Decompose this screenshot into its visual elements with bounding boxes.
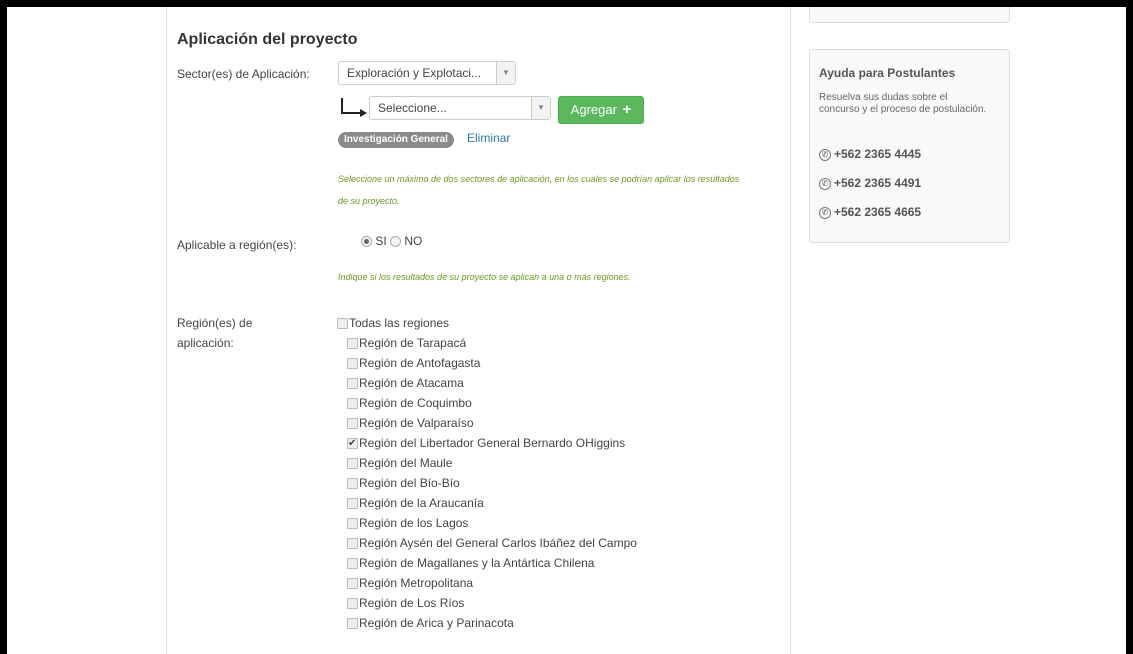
phone-number: +562 2365 4665 — [834, 205, 922, 219]
content-divider-right — [790, 7, 791, 654]
region-applicable-label: Aplicable a región(es): — [177, 238, 297, 252]
radio-no[interactable] — [390, 236, 402, 248]
region-checkbox-row[interactable]: Región de Atacama — [347, 373, 464, 393]
checkbox-label: Todas las regiones — [349, 316, 450, 330]
region-label: Región de Los Ríos — [359, 596, 465, 610]
region-checkbox-row[interactable]: Región de Magallanes y la Antártica Chil… — [347, 553, 594, 573]
checkbox[interactable] — [347, 518, 358, 530]
region-label: Región de Antofagasta — [359, 356, 481, 370]
help-phone-3[interactable]: ✆ +562 2365 4665 — [819, 205, 921, 219]
region-checkbox-row[interactable]: Región de Coquimbo — [347, 393, 472, 413]
phone-icon: ✆ — [819, 177, 831, 190]
region-label: Región de Valparaíso — [359, 416, 474, 430]
region-label: Región de los Lagos — [359, 516, 469, 530]
sector-select-value: Exploración y Explotaci... — [347, 66, 482, 80]
radio-no-label: NO — [404, 234, 423, 248]
radio-si[interactable] — [361, 236, 372, 248]
checkbox[interactable] — [347, 598, 358, 610]
region-label: Región Metropolitana — [359, 576, 474, 590]
remove-sector-link[interactable]: Eliminar — [467, 131, 510, 145]
region-label: Región de la Araucanía — [359, 496, 484, 510]
chevron-down-icon: ▼ — [531, 97, 550, 119]
region-label: Región de Atacama — [359, 376, 464, 390]
checkbox[interactable] — [347, 338, 358, 350]
sub-arrow-icon — [341, 98, 367, 117]
region-label: Región del Maule — [359, 456, 453, 470]
region-checkbox-row[interactable]: Región del Maule — [347, 453, 452, 473]
region-checkbox-row[interactable]: Región de Antofagasta — [347, 353, 480, 373]
window-frame-top — [0, 0, 1133, 7]
regions-label-line2: aplicación: — [177, 336, 234, 350]
help-card: Ayuda para Postulantes Resuelva sus duda… — [809, 49, 1010, 243]
checkbox[interactable] — [347, 458, 358, 470]
help-phone-1[interactable]: ✆ +562 2365 4445 — [819, 147, 921, 161]
checkbox[interactable] — [347, 558, 358, 570]
phone-icon: ✆ — [819, 148, 831, 161]
region-label: Región del Bío-Bío — [359, 476, 460, 490]
checkbox[interactable] — [347, 378, 358, 390]
region-checkbox-row[interactable]: Región del Libertador General Bernardo O… — [347, 433, 626, 454]
checkbox[interactable] — [347, 578, 358, 590]
region-applicable-radios: SI NO — [361, 234, 422, 248]
sector-tag: Investigación General — [338, 132, 454, 148]
region-label: Región de Coquimbo — [359, 396, 472, 410]
checkbox[interactable] — [347, 418, 358, 430]
checkbox-checked[interactable] — [347, 434, 358, 454]
sector-hint-line2: de su proyecto. — [338, 196, 400, 206]
region-checkbox-row[interactable]: Región Metropolitana — [347, 573, 473, 593]
add-button-label: Agregar — [570, 102, 617, 117]
checkbox-all-regions[interactable]: Todas las regiones — [337, 313, 449, 333]
chevron-down-icon: ▼ — [496, 62, 515, 84]
region-applicable-hint: Indique si los resultados de su proyecto… — [338, 272, 631, 282]
checkbox[interactable] — [347, 478, 358, 490]
checkbox[interactable] — [347, 618, 358, 630]
sidebar-card-top — [809, 7, 1010, 23]
add-sector-button[interactable]: Agregar + — [558, 96, 644, 124]
phone-number: +562 2365 4445 — [834, 147, 922, 161]
region-checkbox-row[interactable]: Región del Bío-Bío — [347, 473, 460, 493]
region-checkbox-row[interactable]: Región de Tarapacá — [347, 333, 466, 353]
region-checkbox-row[interactable]: Región Aysén del General Carlos Ibáñez d… — [347, 533, 637, 553]
subsector-select-value: Seleccione... — [378, 101, 447, 115]
plus-icon: + — [622, 101, 632, 118]
region-checkbox-row[interactable]: Región de Valparaíso — [347, 413, 474, 433]
help-title: Ayuda para Postulantes — [819, 66, 956, 80]
checkbox[interactable] — [337, 318, 348, 330]
region-label: Región del Libertador General Bernardo O… — [359, 436, 626, 450]
region-checkbox-row[interactable]: Región de los Lagos — [347, 513, 468, 533]
checkbox[interactable] — [347, 538, 358, 550]
radio-si-label: SI — [375, 234, 387, 248]
region-checkbox-row[interactable]: Región de Arica y Parinacota — [347, 613, 514, 633]
sector-select[interactable]: Exploración y Explotaci... ▼ — [338, 61, 516, 85]
checkbox[interactable] — [347, 358, 358, 370]
help-text: Resuelva sus dudas sobre el concurso y e… — [819, 92, 987, 115]
window-frame-left — [0, 0, 7, 654]
phone-number: +562 2365 4491 — [834, 176, 922, 190]
region-label: Región de Arica y Parinacota — [359, 616, 514, 630]
region-label: Región de Tarapacá — [359, 336, 467, 350]
section-title: Aplicación del proyecto — [177, 31, 358, 48]
help-phone-2[interactable]: ✆ +562 2365 4491 — [819, 176, 921, 190]
region-label: Región de Magallanes y la Antártica Chil… — [359, 556, 595, 570]
sector-label: Sector(es) de Aplicación: — [177, 67, 310, 81]
subsector-select[interactable]: Seleccione... ▼ — [369, 96, 551, 120]
checkbox[interactable] — [347, 398, 358, 410]
checkbox[interactable] — [347, 498, 358, 510]
region-label: Región Aysén del General Carlos Ibáñez d… — [359, 536, 637, 550]
phone-icon: ✆ — [819, 206, 831, 219]
region-checkbox-row[interactable]: Región de la Araucanía — [347, 493, 484, 513]
content-divider-left — [166, 7, 167, 654]
sector-hint-line1: Seleccione un máximo de dos sectores de … — [338, 174, 740, 184]
region-checkbox-row[interactable]: Región de Los Ríos — [347, 593, 464, 613]
window-frame-right — [1126, 0, 1133, 654]
regions-label-line1: Región(es) de — [177, 316, 253, 330]
